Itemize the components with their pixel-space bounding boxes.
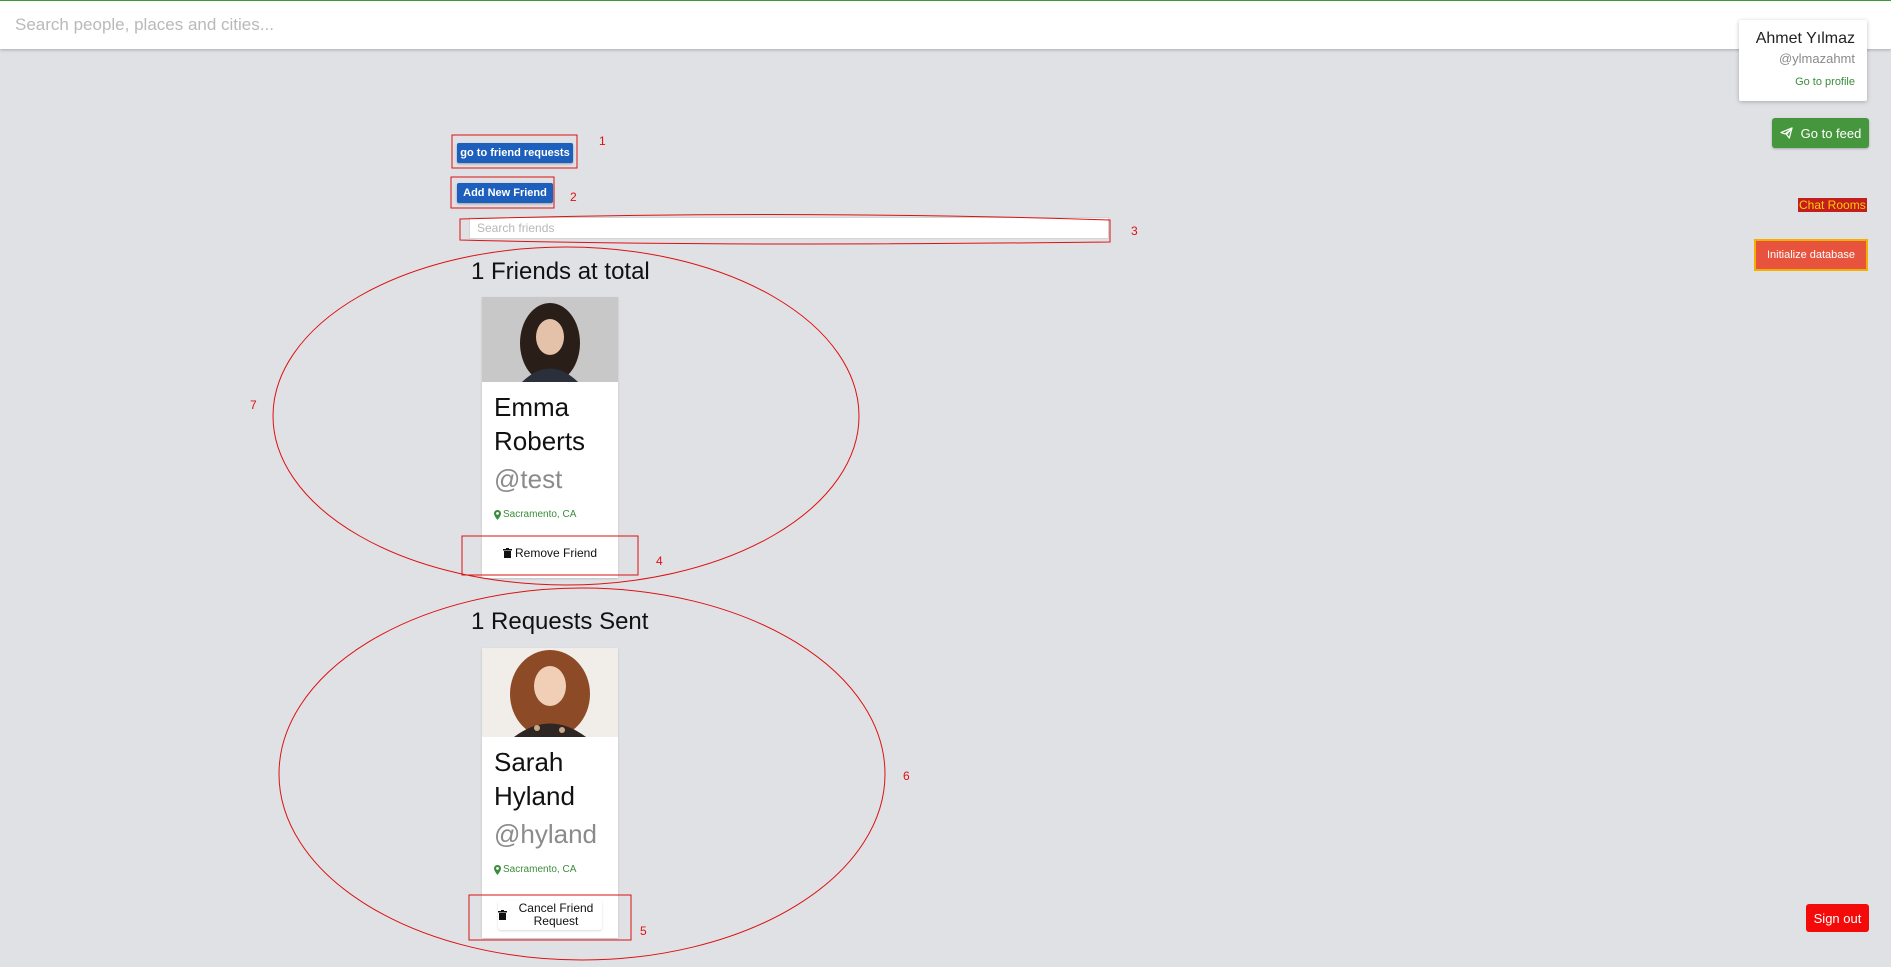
annotation-label-3: 3 xyxy=(1131,224,1138,238)
initialize-database-button[interactable]: Initialize database xyxy=(1754,239,1868,271)
go-to-feed-label: Go to feed xyxy=(1800,125,1862,141)
map-marker-icon xyxy=(494,864,501,875)
friends-count-title: 1 Friends at total xyxy=(471,258,650,285)
trash-icon xyxy=(498,910,507,920)
annotation-label-2: 2 xyxy=(570,190,577,204)
request-avatar xyxy=(482,648,618,737)
friend-search-input[interactable] xyxy=(469,217,1109,239)
friend-avatar xyxy=(482,297,618,382)
annotation-overlay xyxy=(272,134,1111,961)
annotation-label-4: 4 xyxy=(656,554,663,568)
request-username: @hyland xyxy=(494,819,598,849)
go-to-feed-button[interactable]: Go to feed xyxy=(1772,118,1869,148)
cancel-friend-request-button[interactable]: Cancel Friend Request xyxy=(498,900,602,930)
friend-requests-button[interactable]: go to friend requests xyxy=(457,143,573,163)
global-search-input[interactable] xyxy=(0,1,1891,49)
chat-rooms-link[interactable]: Chat Rooms xyxy=(1798,198,1867,212)
sign-out-button[interactable]: Sign out xyxy=(1806,904,1869,932)
friend-location: Sacramento, CA xyxy=(494,509,618,520)
top-search-bar xyxy=(0,0,1891,49)
remove-friend-button[interactable]: Remove Friend xyxy=(491,543,609,563)
annotation-label-7: 7 xyxy=(250,398,257,412)
annotation-label-5: 5 xyxy=(640,924,647,938)
friend-name: Emma Roberts xyxy=(494,392,586,456)
friend-card: Emma Roberts @test Sacramento, CA Remove… xyxy=(482,297,618,578)
requests-sent-title: 1 Requests Sent xyxy=(471,608,649,635)
annotation-label-6: 6 xyxy=(903,769,910,783)
friend-username: @test xyxy=(494,464,563,494)
profile-card: Ahmet Yılmaz @ylmazahmt Go to profile xyxy=(1739,20,1867,101)
map-marker-icon xyxy=(494,509,501,520)
annotation-label-1: 1 xyxy=(599,134,606,148)
paper-plane-icon xyxy=(1780,127,1793,139)
profile-name: Ahmet Yılmaz xyxy=(1755,30,1855,47)
request-location: Sacramento, CA xyxy=(494,864,618,875)
trash-icon xyxy=(502,548,512,558)
add-new-friend-button[interactable]: Add New Friend xyxy=(457,183,553,203)
go-to-profile-link[interactable]: Go to profile xyxy=(1739,76,1855,88)
request-name: Sarah Hyland xyxy=(494,747,575,811)
request-card: Sarah Hyland @hyland Sacramento, CA Canc… xyxy=(482,648,618,938)
profile-handle: @ylmazahmt xyxy=(1778,51,1855,66)
